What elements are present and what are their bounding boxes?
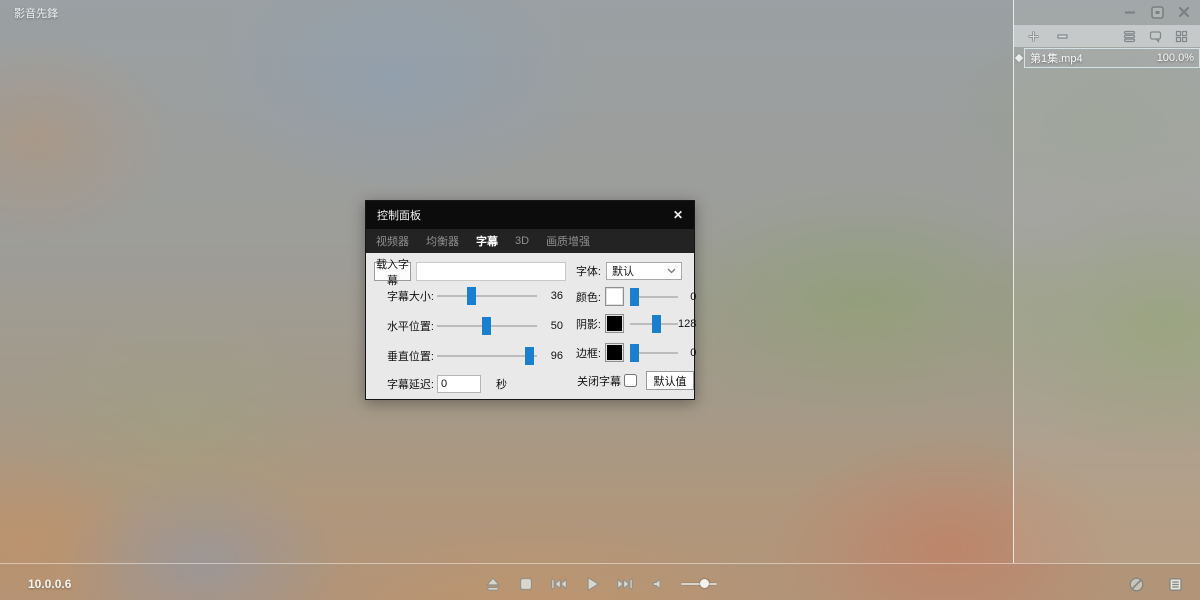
minus-icon xyxy=(1056,33,1068,39)
slider-thumb[interactable] xyxy=(651,314,661,333)
play-button[interactable] xyxy=(582,574,602,594)
vertical-pos-value: 96 xyxy=(550,350,563,362)
playlist-listmode-button[interactable] xyxy=(1122,29,1136,43)
shadow-value: 128 xyxy=(678,317,697,330)
dialog-body: 载入字幕 字幕大小: 36 水平位置: 50 垂直位置: 96 字幕延迟: 0 … xyxy=(366,253,697,399)
subtitle-delay-label: 字幕延迟: xyxy=(386,379,434,391)
color-slider[interactable] xyxy=(630,287,678,307)
eject-icon xyxy=(485,577,501,591)
playlist-toolbar xyxy=(1014,25,1200,47)
subtitle-delay-unit: 秒 xyxy=(496,379,507,391)
playlist-item[interactable]: 第1集.mp4 100.0% xyxy=(1024,48,1200,68)
transport-controls xyxy=(483,574,717,594)
app-window: 影音先鋒 第1集.mp4 100.0% 控制面板 ✕ 视频器 均衡器 字幕 3D… xyxy=(0,0,1200,600)
shadow-slider[interactable] xyxy=(630,314,678,334)
shadow-label: 阴影: xyxy=(575,318,601,331)
subtitle-size-value: 36 xyxy=(550,290,563,302)
current-item-marker xyxy=(1014,53,1024,63)
load-subtitle-button[interactable]: 载入字幕 xyxy=(374,259,411,287)
font-select-value: 默认 xyxy=(612,266,634,278)
color-value: 0 xyxy=(690,290,697,303)
disable-effects-button[interactable] xyxy=(1127,575,1145,593)
slider-thumb[interactable] xyxy=(467,287,476,305)
slider-thumb[interactable] xyxy=(630,287,639,306)
dialog-tabs: 视频器 均衡器 字幕 3D 画质增强 xyxy=(366,229,694,253)
volume-thumb[interactable] xyxy=(699,579,709,588)
font-select[interactable]: 默认 xyxy=(606,262,682,280)
control-panel-dialog: 控制面板 ✕ 视频器 均衡器 字幕 3D 画质增强 载入字幕 字幕大小: 36 … xyxy=(365,200,697,400)
horizontal-pos-value: 50 xyxy=(550,320,563,332)
subtitle-file-input[interactable] xyxy=(416,262,566,281)
border-value: 0 xyxy=(690,346,697,359)
playlist-comment-button[interactable] xyxy=(1148,29,1162,43)
vertical-pos-label: 垂直位置: xyxy=(386,351,434,363)
vertical-pos-slider[interactable] xyxy=(437,346,537,366)
tab-video[interactable]: 视频器 xyxy=(376,233,409,249)
eject-button[interactable] xyxy=(483,574,503,594)
color-swatch[interactable] xyxy=(605,287,624,306)
volume-mute-button[interactable] xyxy=(648,574,668,594)
color-label: 颜色: xyxy=(575,291,601,304)
slashed-circle-icon xyxy=(1128,576,1144,592)
previous-icon xyxy=(551,578,567,590)
border-swatch[interactable] xyxy=(605,343,624,362)
slider-thumb[interactable] xyxy=(482,317,491,335)
playlist-items: 第1集.mp4 100.0% xyxy=(1014,48,1200,68)
speaker-icon xyxy=(653,578,661,590)
tab-equalizer[interactable]: 均衡器 xyxy=(426,233,459,249)
chevron-down-icon xyxy=(667,268,676,274)
dialog-titlebar: 控制面板 ✕ xyxy=(366,201,694,229)
shadow-swatch[interactable] xyxy=(605,314,624,333)
playlist-add-button[interactable] xyxy=(1026,29,1040,43)
close-subtitle-label: 关闭字幕 xyxy=(577,375,621,388)
list-icon xyxy=(1123,30,1135,42)
playlist-panel: 第1集.mp4 100.0% xyxy=(1013,0,1200,563)
dialog-title: 控制面板 xyxy=(377,210,421,222)
slider-thumb[interactable] xyxy=(525,347,534,365)
horizontal-pos-label: 水平位置: xyxy=(386,321,434,333)
border-slider[interactable] xyxy=(630,343,678,363)
stop-icon xyxy=(519,577,533,591)
bottom-control-bar: 10.0.0.6 xyxy=(0,563,1200,600)
bottom-right-controls xyxy=(1127,575,1184,593)
playlist-item-name: 第1集.mp4 xyxy=(1030,53,1083,65)
volume-slider[interactable] xyxy=(681,574,717,594)
queue-list-icon xyxy=(1168,577,1182,591)
app-title: 影音先鋒 xyxy=(14,8,58,20)
next-button[interactable] xyxy=(615,574,635,594)
dialog-close-button[interactable]: ✕ xyxy=(673,209,683,221)
playlist-toggle-button[interactable] xyxy=(1166,575,1184,593)
subtitle-delay-input[interactable] xyxy=(437,375,481,393)
playlist-gridmode-button[interactable] xyxy=(1174,29,1188,43)
close-subtitle-checkbox[interactable] xyxy=(624,374,637,387)
playlist-item-progress: 100.0% xyxy=(1156,52,1194,64)
slider-thumb[interactable] xyxy=(630,343,639,362)
horizontal-pos-slider[interactable] xyxy=(437,316,537,336)
subtitle-size-slider[interactable] xyxy=(437,286,537,306)
tab-subtitle[interactable]: 字幕 xyxy=(476,233,498,249)
grid-icon xyxy=(1175,30,1187,42)
previous-button[interactable] xyxy=(549,574,569,594)
subtitle-size-label: 字幕大小: xyxy=(386,291,434,303)
font-label: 字体: xyxy=(575,266,601,278)
comment-icon xyxy=(1149,30,1161,43)
tab-3d[interactable]: 3D xyxy=(515,235,529,247)
stop-button[interactable] xyxy=(516,574,536,594)
next-icon xyxy=(617,578,633,590)
play-icon xyxy=(587,576,600,592)
tab-enhance[interactable]: 画质增强 xyxy=(546,233,590,249)
border-label: 边框: xyxy=(575,347,601,360)
plus-icon xyxy=(1028,31,1038,41)
playlist-remove-button[interactable] xyxy=(1055,29,1069,43)
version-label: 10.0.0.6 xyxy=(28,577,72,591)
default-values-button[interactable]: 默认值 xyxy=(646,371,694,390)
